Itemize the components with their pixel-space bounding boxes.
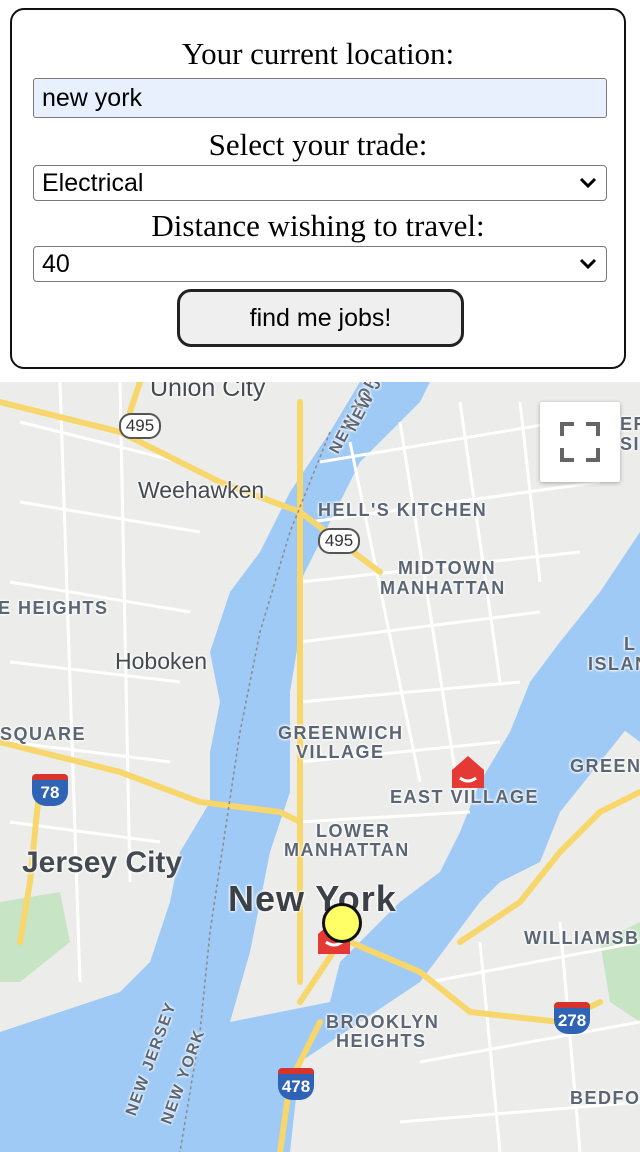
label-brooklyn: BROOKLYN — [326, 1012, 440, 1032]
distance-label: Distance wishing to travel: — [151, 208, 485, 243]
route-shield-495: 495 — [119, 413, 161, 439]
label-er: ER — [620, 414, 640, 434]
label-jersey-city: Jersey City — [22, 846, 183, 879]
map-canvas — [0, 382, 640, 1152]
trade-select[interactable]: Electrical — [33, 165, 607, 201]
route-shield-495: 495 — [318, 528, 360, 554]
label-island: ISLAN — [588, 654, 640, 674]
label-midtown-manhattan: MANHATTAN — [380, 578, 506, 598]
search-form: Your current location: Select your trade… — [10, 8, 626, 369]
label-green: GREEN — [570, 756, 640, 776]
label-lower-manhattan: MANHATTAN — [284, 840, 410, 860]
label-greenwich: GREENWICH — [278, 723, 404, 743]
find-jobs-button[interactable]: find me jobs! — [177, 289, 464, 347]
label-brooklyn-heights: HEIGHTS — [336, 1031, 427, 1051]
label-hells-kitchen: HELL'S KITCHEN — [318, 500, 488, 520]
trade-value: Electrical — [42, 168, 144, 197]
label-bedford: BEDFO — [570, 1088, 640, 1108]
label-williamsburg: WILLIAMSB — [524, 928, 640, 948]
label-square: SQUARE — [0, 724, 87, 744]
fullscreen-button[interactable] — [540, 402, 620, 482]
location-label: Your current location: — [181, 36, 455, 71]
label-east-village: EAST VILLAGE — [390, 787, 540, 807]
distance-value: 40 — [42, 249, 70, 278]
label-union-city: Union City — [150, 382, 266, 402]
chevron-down-icon — [579, 258, 597, 270]
map[interactable]: Union City Weehawken HELL'S KITCHEN MIDT… — [0, 382, 640, 1152]
current-location-marker[interactable] — [322, 903, 362, 943]
label-heights: E HEIGHTS — [0, 598, 109, 618]
label-new-york: New York — [228, 878, 397, 919]
label-lower: LOWER — [316, 821, 391, 841]
fullscreen-icon — [560, 422, 600, 462]
route-shield-278: 278 — [554, 1002, 590, 1034]
label-weehawken: Weehawken — [138, 477, 265, 503]
label-hoboken: Hoboken — [115, 648, 208, 674]
route-shield-78: 78 — [32, 774, 68, 806]
label-l: L — [624, 634, 637, 654]
label-midtown: MIDTOWN — [398, 558, 497, 578]
label-si: SI — [620, 434, 640, 454]
route-shield-478: 478 — [278, 1068, 314, 1100]
chevron-down-icon — [579, 177, 597, 189]
location-input[interactable] — [33, 78, 607, 118]
label-village: VILLAGE — [296, 742, 385, 762]
distance-select[interactable]: 40 — [33, 246, 607, 282]
trade-label: Select your trade: — [208, 127, 428, 162]
